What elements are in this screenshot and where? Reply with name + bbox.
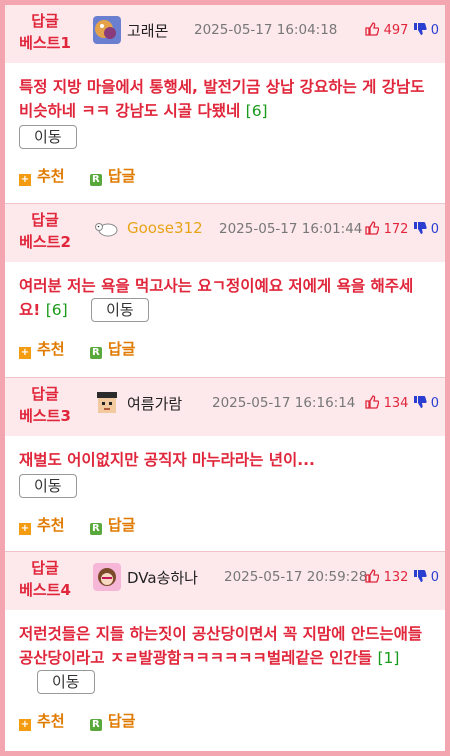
vote-counts: 132 0 <box>365 569 439 585</box>
card-body: 특정 지방 마을에서 통행세, 발전기금 상납 강요하는 게 강남도 비슷하네 … <box>5 63 445 155</box>
downvote-count: 0 <box>430 23 439 38</box>
card-actions: + 추천 R 답글 <box>5 155 445 200</box>
best-reply-card: 답글 베스트4 DVa송하나 2025-05-17 20:59:28 132 0 <box>5 552 445 750</box>
comment-count: [6] <box>45 301 68 319</box>
upvote-count: 172 <box>383 222 409 237</box>
card-body: 재벌도 어이없지만 공직자 마누라라는 년이... 이동 <box>5 436 445 504</box>
recommend-button[interactable]: + 추천 <box>19 338 65 359</box>
reply-icon: R <box>89 523 102 535</box>
plus-icon: + <box>19 174 31 186</box>
post-date: 2025-05-17 20:59:28 <box>224 569 368 585</box>
plus-icon: + <box>19 719 31 731</box>
thumbs-up-icon <box>365 395 380 409</box>
best-reply-card: 답글 베스트3 여름가람 2025-05-17 16:16:14 134 0 재… <box>5 378 445 552</box>
upvote-count: 132 <box>383 570 409 585</box>
post-date: 2025-05-17 16:04:18 <box>194 22 338 38</box>
card-header: 답글 베스트1 고래몬 2025-05-17 16:04:18 497 0 <box>5 5 445 63</box>
nickname[interactable]: DVa송하나 <box>127 567 198 588</box>
upvote[interactable]: 497 <box>365 22 412 38</box>
post-date: 2025-05-17 16:16:14 <box>212 395 356 411</box>
plus-icon: + <box>19 347 31 359</box>
thumbs-down-icon <box>413 570 427 582</box>
downvote-count: 0 <box>430 222 439 237</box>
go-to-button[interactable]: 이동 <box>19 474 77 498</box>
go-to-button[interactable]: 이동 <box>19 125 77 149</box>
downvote-count: 0 <box>430 396 439 411</box>
card-header: 답글 베스트2 Goose312 2025-05-17 16:01:44 172… <box>5 204 445 262</box>
downvote[interactable]: 0 <box>413 23 439 38</box>
best-reply-card: 답글 베스트2 Goose312 2025-05-17 16:01:44 172… <box>5 204 445 378</box>
reply-button[interactable]: R 답글 <box>89 165 135 186</box>
card-body: 저런것들은 지들 하는짓이 공산당이면서 꼭 지맘에 안드는애들 공산당이라고 … <box>5 610 445 700</box>
best-reply-list: 답글 베스트1 고래몬 2025-05-17 16:04:18 497 0 특정… <box>5 5 445 750</box>
sheep-avatar-icon[interactable] <box>93 215 121 243</box>
best-badge: 답글 베스트2 <box>19 211 71 251</box>
plus-icon: + <box>19 523 31 535</box>
card-body: 여러분 저는 욕을 먹고사는 요ㄱ정이예요 저에게 욕을 해주세요! [6] 이… <box>5 262 445 328</box>
pixel-face-avatar-icon[interactable] <box>93 389 121 417</box>
nickname[interactable]: 여름가람 <box>127 393 182 414</box>
card-header: 답글 베스트4 DVa송하나 2025-05-17 20:59:28 132 0 <box>5 552 445 610</box>
thumbs-down-icon <box>413 23 427 35</box>
go-to-button[interactable]: 이동 <box>37 670 95 694</box>
vote-counts: 497 0 <box>365 22 439 38</box>
reply-text: 재벌도 어이없지만 공직자 마누라라는 년이... <box>19 451 315 469</box>
reply-text: 여러분 저는 욕을 먹고사는 요ㄱ정이예요 저에게 욕을 해주세요! [6] 이… <box>19 274 433 322</box>
go-to-button[interactable]: 이동 <box>91 298 149 322</box>
best-badge: 답글 베스트4 <box>19 559 71 599</box>
downvote[interactable]: 0 <box>413 222 439 237</box>
thumbs-up-icon <box>365 22 380 36</box>
card-actions: + 추천 R 답글 <box>5 328 445 373</box>
reply-text: 저런것들은 지들 하는짓이 공산당이면서 꼭 지맘에 안드는애들 공산당이라고 … <box>19 622 433 694</box>
downvote-count: 0 <box>430 570 439 585</box>
card-actions: + 추천 R 답글 <box>5 504 445 549</box>
reply-text: 특정 지방 마을에서 통행세, 발전기금 상납 강요하는 게 강남도 비슷하네 … <box>19 78 425 120</box>
thumbs-down-icon <box>413 222 427 234</box>
downvote[interactable]: 0 <box>413 396 439 411</box>
post-date: 2025-05-17 16:01:44 <box>219 221 363 237</box>
vote-counts: 134 0 <box>365 395 439 411</box>
upvote[interactable]: 134 <box>365 395 412 411</box>
downvote[interactable]: 0 <box>413 570 439 585</box>
upvote[interactable]: 132 <box>365 569 412 585</box>
thumbs-down-icon <box>413 396 427 408</box>
card-actions: + 추천 R 답글 <box>5 700 445 745</box>
dva-avatar-icon[interactable] <box>93 563 121 591</box>
reply-button[interactable]: R 답글 <box>89 514 135 535</box>
reply-icon: R <box>89 719 102 731</box>
nickname[interactable]: 고래몬 <box>127 20 168 41</box>
reply-button[interactable]: R 답글 <box>89 338 135 359</box>
comment-count: [1] <box>377 649 400 667</box>
thumbs-up-icon <box>365 221 380 235</box>
nickname[interactable]: Goose312 <box>127 219 203 237</box>
thumbs-up-icon <box>365 569 380 583</box>
upvote[interactable]: 172 <box>365 221 412 237</box>
upvote-count: 497 <box>383 23 409 38</box>
vote-counts: 172 0 <box>365 221 439 237</box>
best-reply-card: 답글 베스트1 고래몬 2025-05-17 16:04:18 497 0 특정… <box>5 5 445 204</box>
upvote-count: 134 <box>383 396 409 411</box>
recommend-button[interactable]: + 추천 <box>19 165 65 186</box>
best-badge: 답글 베스트3 <box>19 385 71 425</box>
recommend-button[interactable]: + 추천 <box>19 710 65 731</box>
reply-button[interactable]: R 답글 <box>89 710 135 731</box>
recommend-button[interactable]: + 추천 <box>19 514 65 535</box>
comment-count: [6] <box>245 102 268 120</box>
card-header: 답글 베스트3 여름가람 2025-05-17 16:16:14 134 0 <box>5 378 445 436</box>
reply-icon: R <box>89 347 102 359</box>
reply-icon: R <box>89 174 102 186</box>
best-badge: 답글 베스트1 <box>19 12 71 52</box>
whale-avatar-icon[interactable] <box>93 16 121 44</box>
